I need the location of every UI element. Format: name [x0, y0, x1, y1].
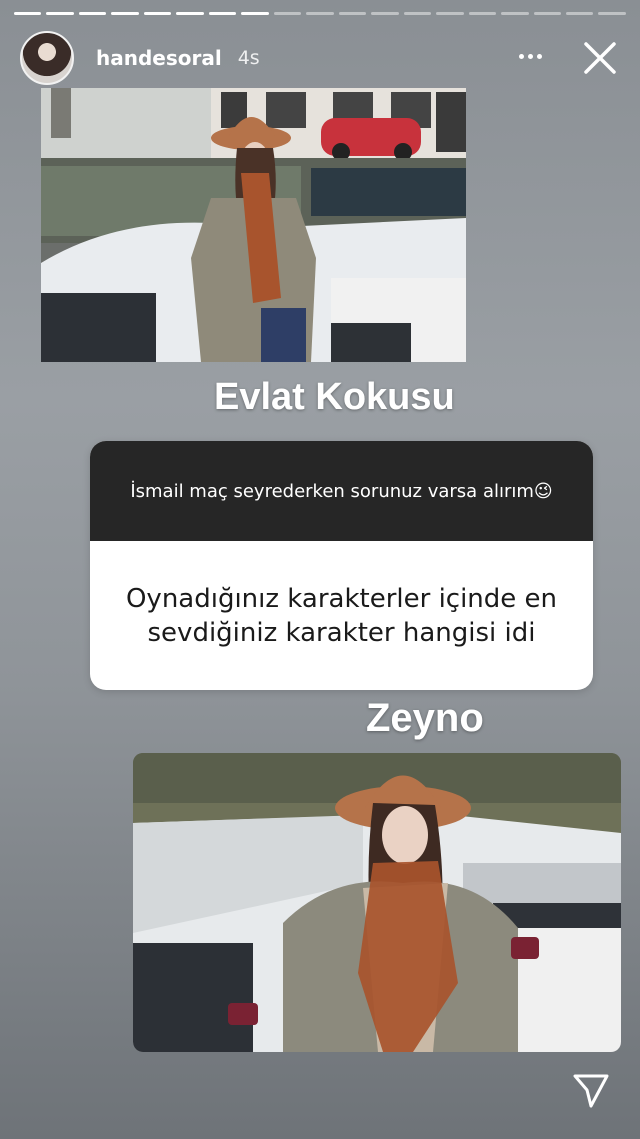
caption-evlat-kokusu: Evlat Kokusu [214, 376, 455, 418]
send-icon[interactable] [571, 1070, 611, 1110]
question-sticker[interactable]: İsmail maç seyrederken sorunuz varsa alı… [90, 441, 593, 690]
street-scene-image [41, 88, 466, 362]
portrait-scene-image [133, 753, 621, 1052]
story-photo-portrait [133, 753, 621, 1052]
story-progress-segment [241, 12, 269, 15]
story-progress-segment [468, 12, 497, 15]
username[interactable]: handesoral [96, 46, 222, 70]
more-horizontal-icon[interactable] [516, 44, 544, 68]
question-sticker-question: Oynadığınız karakterler içinde en sevdiğ… [125, 583, 558, 648]
story-progress-segment [598, 12, 626, 15]
story-progress-segment [208, 12, 237, 15]
story-progress-segment [143, 12, 172, 15]
story-progress-bar [14, 12, 626, 15]
story-progress-segment [306, 12, 334, 15]
post-time: 4s [237, 47, 260, 69]
story-progress-segment [565, 12, 594, 15]
story-progress-segment [46, 12, 74, 15]
story-progress-segment [14, 12, 42, 15]
story-photo-street [41, 88, 466, 362]
story-progress-segment [371, 12, 399, 15]
story-progress-segment [338, 12, 367, 15]
story-progress-segment [533, 12, 561, 15]
story-progress-segment [176, 12, 204, 15]
story-progress-segment [403, 12, 432, 15]
story-progress-segment [78, 12, 107, 15]
story-header: handesoral 4s [20, 30, 620, 86]
avatar[interactable] [20, 31, 74, 85]
caption-zeyno: Zeyno [366, 696, 484, 740]
story-progress-segment [273, 12, 302, 15]
story-progress-segment [111, 12, 139, 15]
story-progress-segment [501, 12, 529, 15]
question-sticker-prompt: İsmail maç seyrederken sorunuz varsa alı… [90, 441, 593, 541]
story-progress-segment [436, 12, 464, 15]
close-icon[interactable] [580, 38, 620, 78]
